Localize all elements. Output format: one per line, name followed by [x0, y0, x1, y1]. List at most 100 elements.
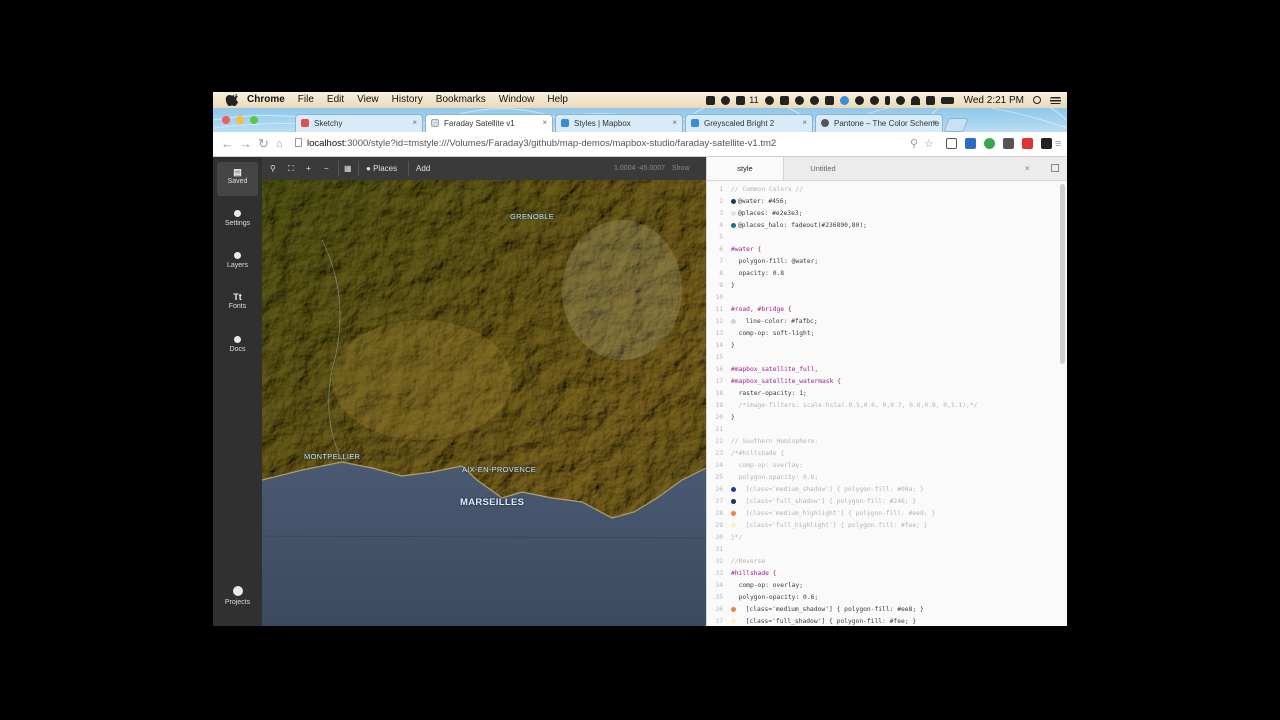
reload-icon[interactable]: ↻: [258, 136, 269, 152]
code-line[interactable]: 15: [707, 352, 1057, 364]
code-line[interactable]: 1 // Common Colors //: [707, 184, 1057, 196]
sync-icon[interactable]: [794, 95, 804, 105]
cloud-icon[interactable]: [764, 95, 774, 105]
code-line[interactable]: 21: [707, 424, 1057, 436]
color-swatch[interactable]: [731, 486, 736, 492]
evernote-icon[interactable]: [779, 95, 789, 105]
code-line[interactable]: 5: [707, 232, 1057, 244]
apple-icon[interactable]: [225, 94, 239, 106]
code-line[interactable]: 9}: [707, 280, 1057, 292]
chrome-menu-icon[interactable]: ≡: [1055, 136, 1061, 152]
close-window-button[interactable]: [222, 116, 230, 124]
search-icon[interactable]: ⚲: [910, 136, 918, 152]
volume-icon[interactable]: [925, 95, 935, 105]
sidebar-item-projects[interactable]: Projects: [217, 581, 258, 615]
timemachine-icon[interactable]: [895, 95, 905, 105]
zoom-window-button[interactable]: [250, 116, 258, 124]
menu-bookmarks[interactable]: Bookmarks: [436, 92, 486, 108]
code-line[interactable]: 28 [class='medium_highlight'] { polygon-…: [707, 508, 1057, 520]
color-swatch[interactable]: [731, 210, 736, 216]
menu-help[interactable]: Help: [547, 92, 568, 108]
add-tab-icon[interactable]: ×: [1025, 164, 1030, 173]
color-swatch[interactable]: [731, 618, 736, 624]
tab-styles-mapbox[interactable]: Styles | Mapbox ×: [555, 114, 683, 132]
bluetooth-icon[interactable]: [884, 95, 890, 105]
menu-window[interactable]: Window: [499, 92, 535, 108]
tab-untitled[interactable]: Untitled: [783, 157, 863, 180]
cast-icon[interactable]: [946, 138, 957, 149]
forward-icon[interactable]: →: [239, 136, 252, 152]
code-line[interactable]: 34 comp-op: overlay;: [707, 580, 1057, 592]
color-swatch[interactable]: [731, 222, 736, 228]
code-line[interactable]: 11 #road, #bridge {: [707, 304, 1057, 316]
zoom-out-icon[interactable]: −: [324, 162, 329, 175]
home-icon[interactable]: ⌂: [276, 136, 283, 152]
code-line[interactable]: 19 /*image-filters: scale-hsla(.0.5,0.6,…: [707, 400, 1057, 412]
extension-square-icon[interactable]: [1003, 138, 1014, 149]
fullscreen-icon[interactable]: ⛶: [288, 162, 294, 175]
tab-close-icon[interactable]: ×: [672, 118, 677, 127]
satellite-map[interactable]: [262, 180, 706, 626]
code-line[interactable]: 4 @places_halo: fadeout(#236890,80);: [707, 220, 1057, 232]
code-line[interactable]: 36 [class='medium_shadow'] { polygon-fil…: [707, 604, 1057, 616]
menu-file[interactable]: File: [298, 92, 314, 108]
tab-sketchy[interactable]: Sketchy ×: [295, 114, 423, 132]
code-line[interactable]: 24 comp-op: overlay;: [707, 460, 1057, 472]
code-line[interactable]: 31: [707, 544, 1057, 556]
code-line[interactable]: 29 [class='full_highlight'] { polygon-fi…: [707, 520, 1057, 532]
code-line[interactable]: 14}: [707, 340, 1057, 352]
tab-faraday-satellite[interactable]: Faraday Satellite v1 ×: [425, 114, 553, 132]
tab-greyscaled-bright[interactable]: Greyscaled Bright 2 ×: [685, 114, 813, 132]
menu-view[interactable]: View: [357, 92, 379, 108]
places-button[interactable]: ● Places: [366, 162, 397, 175]
battery-icon[interactable]: [940, 96, 954, 104]
minimize-window-button[interactable]: [236, 116, 244, 124]
code-line[interactable]: 23 /*#hillshade {: [707, 448, 1057, 460]
code-line[interactable]: 37 [class='full_shadow'] { polygon-fill:…: [707, 616, 1057, 626]
search-icon[interactable]: ⚲: [270, 162, 276, 175]
code-line[interactable]: 30}*/: [707, 532, 1057, 544]
code-line[interactable]: 8 opacity: 0.8: [707, 268, 1057, 280]
color-swatch[interactable]: [731, 522, 736, 528]
code-line[interactable]: 35 polygon-opacity: 0.6;: [707, 592, 1057, 604]
menu-clock[interactable]: Wed 2:21 PM: [964, 95, 1024, 106]
gear-icon[interactable]: [854, 95, 864, 105]
spotlight-icon[interactable]: [1033, 96, 1041, 104]
inspect-icon[interactable]: ▦: [344, 162, 352, 175]
code-line[interactable]: 17 #mapbox_satellite_watermask {: [707, 376, 1057, 388]
zoom-in-icon[interactable]: +: [306, 162, 311, 175]
history-icon[interactable]: [869, 95, 879, 105]
tab-close-icon[interactable]: ×: [412, 118, 417, 127]
scrollbar[interactable]: [1060, 184, 1065, 364]
extension-plus-icon[interactable]: [1022, 138, 1033, 149]
extension-grid-icon[interactable]: [965, 138, 976, 149]
code-line[interactable]: 27 [class='full_shadow'] { polygon-fill:…: [707, 496, 1057, 508]
code-line[interactable]: 22 // Southern Hemisphere:: [707, 436, 1057, 448]
url-bar[interactable]: localhost:3000/style?id=tmstyle:///Volum…: [295, 135, 905, 152]
code-line[interactable]: 26 [class='medium_shadow'] { polygon-fil…: [707, 484, 1057, 496]
code-editor[interactable]: 1 // Common Colors // 2 @water: #456; 3 @plac…: [707, 184, 1057, 626]
menu-edit[interactable]: Edit: [327, 92, 344, 108]
color-swatch[interactable]: [731, 198, 736, 204]
tab-close-icon[interactable]: ×: [932, 118, 937, 127]
code-line[interactable]: 33 #hillshade {: [707, 568, 1057, 580]
clock-icon[interactable]: [809, 95, 819, 105]
tab-pantone[interactable]: Pantone – The Color Scheme ×: [815, 114, 943, 132]
color-swatch[interactable]: [731, 510, 736, 516]
code-line[interactable]: 2 @water: #456;: [707, 196, 1057, 208]
panel-settings-icon[interactable]: [1051, 164, 1059, 172]
back-icon[interactable]: ←: [221, 136, 234, 152]
sidebar-item-docs[interactable]: Docs: [217, 329, 258, 363]
screen-icon[interactable]: [824, 95, 834, 105]
code-line[interactable]: 13 comp-op: soft-light;: [707, 328, 1057, 340]
code-line[interactable]: 25 polygon-opacity: 0.6;: [707, 472, 1057, 484]
sidebar-item-layers[interactable]: Layers: [217, 245, 258, 279]
mail-icon[interactable]: [736, 95, 746, 105]
bookmark-star-icon[interactable]: ☆: [924, 136, 934, 152]
menu-history[interactable]: History: [392, 92, 423, 108]
extension-dark-icon[interactable]: [1041, 138, 1052, 149]
menu-chrome[interactable]: Chrome: [247, 92, 285, 108]
dropbox-icon[interactable]: [721, 95, 731, 105]
add-button[interactable]: Add: [416, 162, 430, 175]
color-swatch[interactable]: [731, 606, 736, 612]
